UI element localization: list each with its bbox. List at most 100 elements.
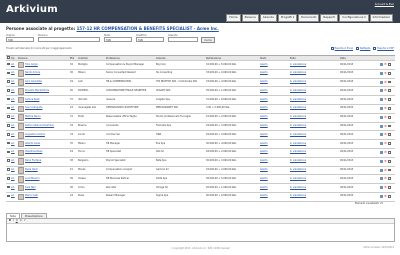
filter-azienda-input[interactable] (168, 37, 198, 42)
nav-home[interactable]: Home (226, 14, 241, 22)
person-name-link[interactable]: Ronaldo Manzioldinis (25, 89, 49, 92)
edit-icon[interactable] (380, 133, 383, 137)
underline-button[interactable]: U (16, 219, 18, 222)
edit-icon[interactable] (380, 142, 383, 146)
outcome-link[interactable]: In valutazione (290, 194, 306, 198)
table-row[interactable]: ed. Paola Verdi 41 Monza Compensation Analys… (6, 166, 395, 176)
row-checkbox[interactable] (7, 62, 10, 66)
notes-editor[interactable]: B I U ≡ ↶ (6, 218, 395, 242)
delete-icon[interactable]: × (384, 159, 387, 163)
row-edit-link[interactable]: ed. (11, 63, 15, 66)
row-action-checkbox[interactable] (387, 124, 391, 128)
person-name-link[interactable]: Isidoro Velanio Divelimvo (25, 124, 54, 127)
delete-icon[interactable]: × (384, 150, 387, 154)
status-link[interactable]: Aperto (260, 142, 268, 145)
outcome-link[interactable]: In valutazione (290, 63, 306, 66)
row-edit-link[interactable]: ed. (11, 80, 15, 83)
status-link[interactable]: Aperto (260, 106, 268, 110)
row-checkbox[interactable] (7, 194, 10, 198)
outcome-link[interactable]: In valutazione (290, 89, 306, 92)
person-name-link[interactable]: Nardo Amore (25, 71, 40, 74)
status-link[interactable]: Aperto (260, 98, 268, 101)
person-name-link[interactable]: Sara Neri (25, 186, 36, 189)
edit-icon[interactable] (380, 186, 383, 190)
edit-icon[interactable] (380, 63, 383, 66)
row-edit-link[interactable]: ed. (11, 115, 15, 118)
edit-icon[interactable] (380, 115, 383, 119)
person-name-link[interactable]: Gino Giacobbe (25, 80, 42, 83)
row-checkbox[interactable] (7, 124, 10, 127)
outcome-link[interactable]: In valutazione (290, 98, 306, 101)
row-action-checkbox[interactable] (387, 194, 391, 198)
select-all-checkbox[interactable] (7, 56, 10, 59)
row-action-checkbox[interactable] (387, 98, 391, 101)
row-checkbox[interactable] (7, 80, 10, 83)
status-link[interactable]: Aperto (260, 80, 268, 83)
outcome-link[interactable]: In valutazione (290, 71, 306, 74)
table-row[interactable]: ed. Martha Nervo 31 Prato Responsabile uffic… (6, 113, 395, 123)
row-edit-link[interactable]: ed. (11, 177, 15, 180)
person-name-link[interactable]: Augustina Ivelina (25, 133, 45, 136)
delete-icon[interactable]: × (384, 133, 387, 137)
status-link[interactable]: Aperto (260, 71, 268, 74)
bold-button[interactable]: B (9, 219, 11, 222)
table-row[interactable]: ed. Isidoro Velanio Divelimvo 34 Brescia con… (6, 122, 395, 132)
edit-icon[interactable] (380, 80, 383, 84)
person-name-link[interactable]: Valentina Rossi (25, 150, 42, 154)
delete-icon[interactable]: × (384, 141, 387, 145)
nav-rapporti[interactable]: Rapporti (320, 14, 339, 22)
outcome-link[interactable]: In valutazione (290, 150, 306, 154)
row-action-checkbox[interactable] (387, 142, 391, 145)
edit-icon[interactable] (380, 159, 383, 163)
row-checkbox[interactable] (7, 89, 10, 92)
status-link[interactable]: Aperto (260, 177, 268, 180)
row-edit-link[interactable]: ed. (11, 142, 15, 145)
person-name-link[interactable]: Ivani Aranguda (25, 106, 42, 110)
table-row[interactable]: ed. Dario Fontana 38 Bergamo Payroll Special… (6, 157, 395, 167)
status-link[interactable]: Aperto (260, 124, 268, 127)
row-checkbox[interactable] (7, 106, 10, 110)
row-action-checkbox[interactable] (387, 89, 391, 93)
logout-link[interactable]: Account & Esci (375, 3, 394, 6)
edit-icon[interactable] (380, 89, 383, 93)
table-row[interactable]: ed. Nardo Amore 36 Milano Senior Consultant … (6, 69, 395, 79)
nav-configurazione[interactable]: Configurazione ▾ (339, 14, 369, 22)
person-name-link[interactable]: Dario Fontana (25, 159, 41, 162)
nav-persone[interactable]: Persone (241, 14, 259, 22)
person-name-link[interactable]: Luca Bianchi (25, 177, 40, 180)
status-link[interactable]: Aperto (260, 63, 268, 66)
row-action-checkbox[interactable] (387, 71, 391, 75)
row-edit-link[interactable]: ed. (11, 71, 15, 74)
person-name-link[interactable]: Carlina Sesti (25, 98, 39, 101)
italic-button[interactable]: I (13, 219, 14, 222)
nav-documenti[interactable]: Documenti (298, 14, 320, 22)
row-action-checkbox[interactable] (387, 115, 391, 119)
outcome-link[interactable]: In valutazione (290, 159, 306, 162)
row-checkbox[interactable] (7, 150, 10, 154)
nav-aziende[interactable]: Aziende (259, 14, 277, 22)
export-excel-link[interactable]: Esporta in Excel (330, 46, 353, 50)
list-button[interactable]: ≡ (20, 219, 22, 222)
person-name-link[interactable]: Tizio Grigio (25, 63, 38, 66)
person-name-link[interactable]: Marco Galli (25, 194, 38, 198)
table-row[interactable]: ed. Ivani Aranguda 43 ravenagiati alle CENTR… (6, 104, 395, 114)
delete-icon[interactable]: × (384, 194, 387, 198)
row-edit-link[interactable]: ed. (11, 194, 15, 198)
filter-origine-select[interactable]: Tutti (6, 37, 34, 42)
row-edit-link[interactable]: ed. (11, 150, 15, 154)
delete-icon[interactable]: × (384, 97, 387, 101)
status-link[interactable]: Aperto (260, 133, 268, 136)
row-action-checkbox[interactable] (387, 150, 391, 154)
delete-icon[interactable]: × (384, 185, 387, 189)
row-checkbox[interactable] (7, 71, 10, 75)
delete-icon[interactable]: × (384, 62, 387, 66)
row-checkbox[interactable] (7, 141, 10, 145)
table-row[interactable]: ed. Carlina Sesti 37 decristo revisore Colgat… (6, 95, 395, 105)
outcome-link[interactable]: In valutazione (290, 115, 306, 118)
row-edit-link[interactable]: ed. (11, 159, 15, 162)
delete-icon[interactable]: × (384, 177, 387, 181)
row-edit-link[interactable]: ed. (11, 168, 15, 171)
table-row[interactable]: ed. Sara Neri 30 Como Recruiter Omega Srl 26.0… (6, 183, 395, 193)
delete-icon[interactable]: × (384, 89, 387, 93)
table-row[interactable]: ed. Augustina Ivelina 33 sondo commerciso H&B… (6, 130, 395, 141)
